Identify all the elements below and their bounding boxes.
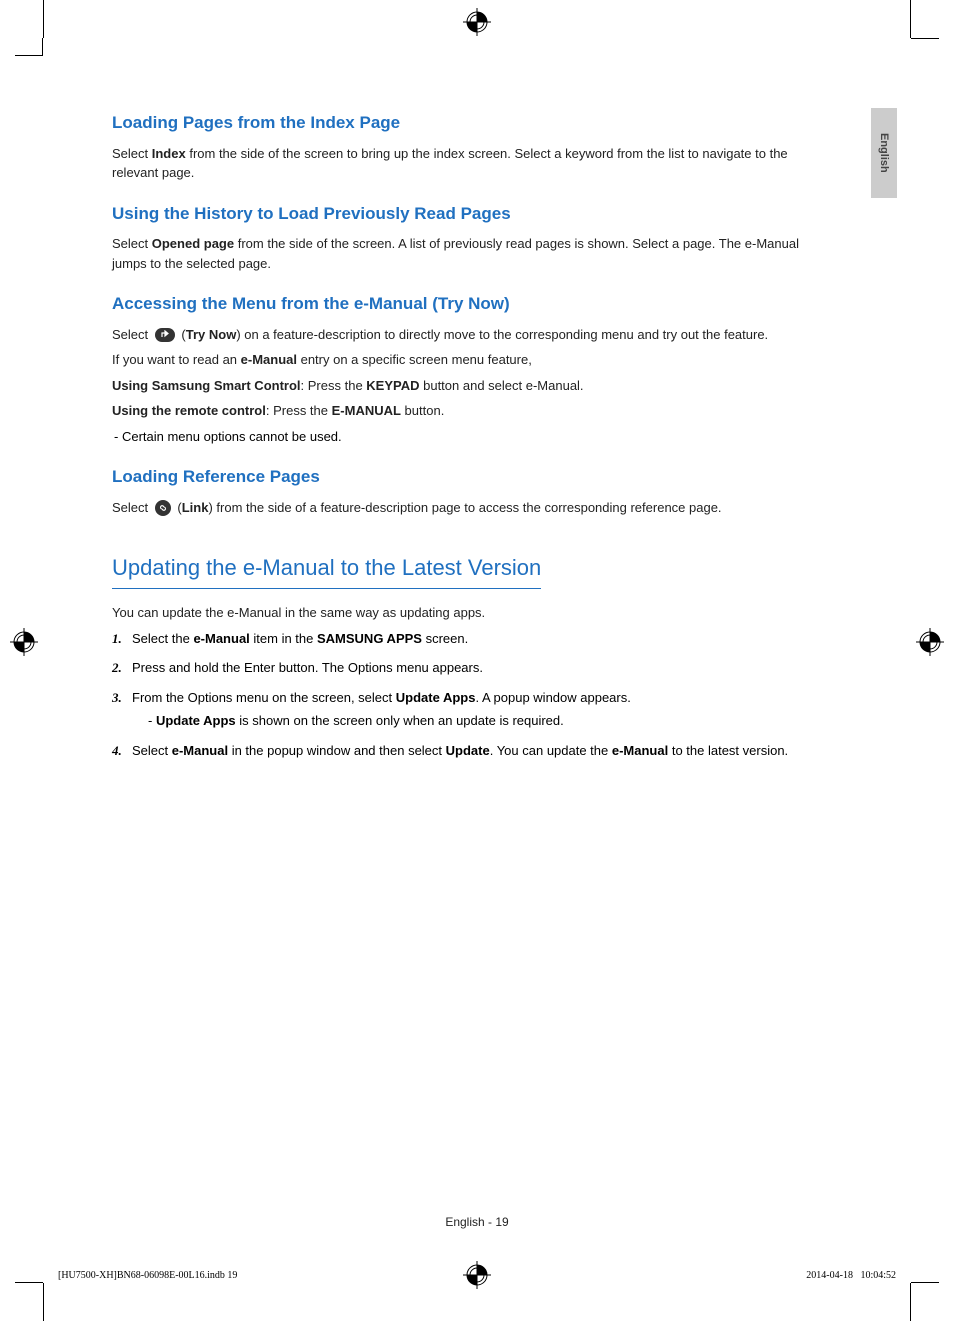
- para-history: Select Opened page from the side of the …: [112, 234, 832, 273]
- step-3: 3. From the Options menu on the screen, …: [112, 688, 832, 731]
- para-update-intro: You can update the e-Manual in the same …: [112, 603, 832, 623]
- heading-accessing-menu: Accessing the Menu from the e-Manual (Tr…: [112, 291, 832, 317]
- para-remote-control: Using the remote control: Press the E-MA…: [112, 401, 832, 421]
- language-tab-label: English: [878, 133, 890, 173]
- para-link: Select (Link) from the side of a feature…: [112, 498, 832, 518]
- heading-reference-pages: Loading Reference Pages: [112, 464, 832, 490]
- registration-mark-bottom: [463, 1261, 491, 1289]
- note-certain-options: Certain menu options cannot be used.: [126, 427, 832, 447]
- language-tab: English: [871, 108, 897, 198]
- step-3-note: Update Apps is shown on the screen only …: [160, 711, 832, 731]
- registration-mark-right: [916, 628, 944, 656]
- step-2: 2. Press and hold the Enter button. The …: [112, 658, 832, 678]
- update-steps-list: 1. Select the e-Manual item in the SAMSU…: [112, 629, 832, 761]
- para-smart-control: Using Samsung Smart Control: Press the K…: [112, 376, 832, 396]
- step-4: 4. Select e-Manual in the popup window a…: [112, 741, 832, 761]
- footer-page-number: English - 19: [0, 1215, 954, 1229]
- para-trynow: Select (Try Now) on a feature-descriptio…: [112, 325, 832, 345]
- registration-mark-left: [10, 628, 38, 656]
- heading-index-page: Loading Pages from the Index Page: [112, 110, 832, 136]
- footer-file-name: [HU7500-XH]BN68-06098E-00L16.indb 19: [58, 1270, 237, 1281]
- page-content: Loading Pages from the Index Page Select…: [112, 110, 832, 770]
- heading-history: Using the History to Load Previously Rea…: [112, 201, 832, 227]
- heading-updating: Updating the e-Manual to the Latest Vers…: [112, 551, 541, 589]
- footer-timestamp: 2014-04-18 10:04:52: [806, 1270, 896, 1281]
- para-index: Select Index from the side of the screen…: [112, 144, 832, 183]
- registration-mark-top: [463, 8, 491, 36]
- link-icon: [155, 500, 171, 516]
- step-1: 1. Select the e-Manual item in the SAMSU…: [112, 629, 832, 649]
- para-emanual-entry: If you want to read an e-Manual entry on…: [112, 350, 832, 370]
- try-now-icon: [155, 328, 175, 342]
